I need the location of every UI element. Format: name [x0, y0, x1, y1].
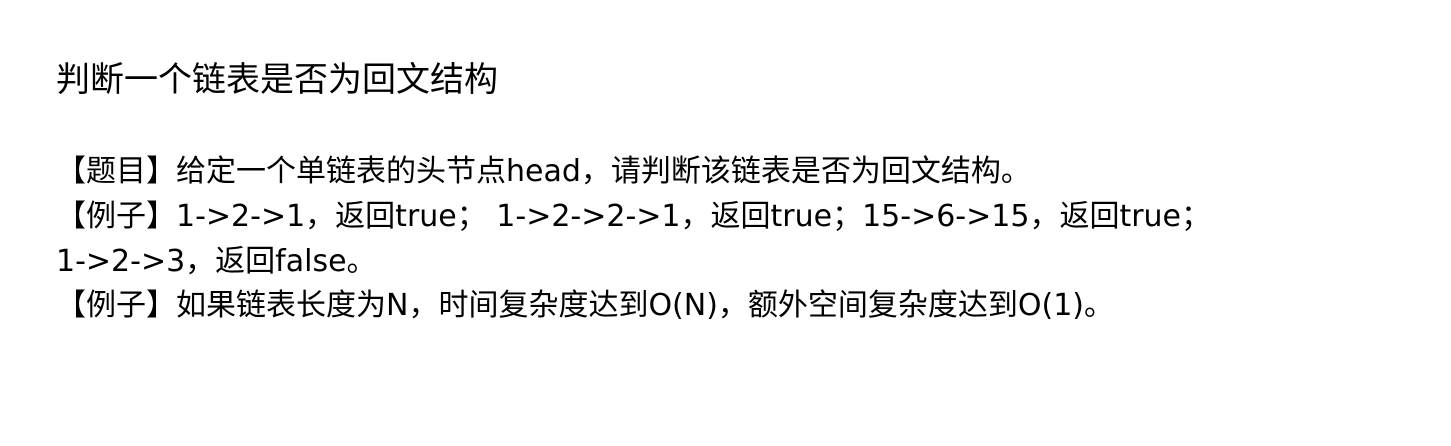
complexity-requirement: 【例子】如果链表长度为N，时间复杂度达到O(N)，额外空间复杂度达到O(1)。 [56, 288, 1115, 323]
examples-line: 【例子】1->2->1，返回true； 1->2->2->1，返回true；15… [56, 199, 1212, 234]
examples-line-continued: 1->2->3，返回false。 [56, 244, 377, 279]
document-title: 判断一个链表是否为回文结构 [56, 60, 498, 100]
document-page: 判断一个链表是否为回文结构 【题目】给定一个单链表的头节点head，请判断该链表… [0, 0, 1451, 446]
problem-statement: 【题目】给定一个单链表的头节点head，请判断该链表是否为回文结构。 [56, 154, 1031, 189]
